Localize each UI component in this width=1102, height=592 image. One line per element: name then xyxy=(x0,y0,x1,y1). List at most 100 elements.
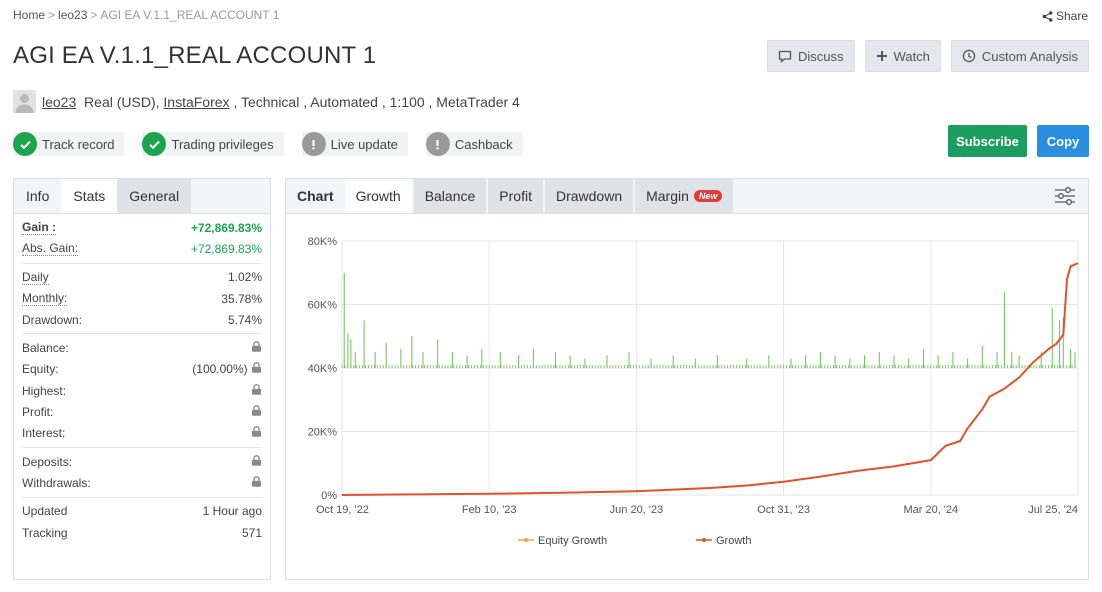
y-tick-label: 0% xyxy=(321,490,337,502)
tab-general[interactable]: General xyxy=(117,179,192,213)
y-tick-label: 20K% xyxy=(308,427,338,439)
stat-row-gain: Gain : +72,869.83% xyxy=(22,217,262,238)
stat-value: 5.74% xyxy=(227,312,262,327)
breadcrumb: Home > leo23 > AGI EA V.1.1_REAL ACCOUNT 1 xyxy=(13,8,279,22)
x-tick-label: Mar 20, '24 xyxy=(903,504,958,516)
breadcrumb-current: AGI EA V.1.1_REAL ACCOUNT 1 xyxy=(100,8,280,22)
stat-row-monthly: Monthly: 35.78% xyxy=(22,288,262,309)
x-tick-label: Oct 19, '22 xyxy=(316,504,369,516)
stat-value: 1 Hour ago xyxy=(202,504,262,519)
account-info: leo23 Real (USD), InstaForex , Technical… xyxy=(13,90,520,113)
tab-margin-label: Margin xyxy=(646,188,689,204)
stat-value: 1.02% xyxy=(227,270,262,285)
badge-trading-privileges[interactable]: Trading privileges xyxy=(142,132,284,156)
stat-label: Interest: xyxy=(22,426,66,441)
owner-username[interactable]: leo23 xyxy=(42,94,76,110)
chart-settings-icon[interactable] xyxy=(1054,186,1076,206)
badge-label: Trading privileges xyxy=(171,136,274,152)
stat-row-abs-gain: Abs. Gain: +72,869.83% xyxy=(22,238,262,259)
lock-icon xyxy=(252,454,261,466)
custom-analysis-button[interactable]: Custom Analysis xyxy=(950,40,1089,72)
stat-label: Drawdown: xyxy=(22,312,83,327)
stat-label[interactable]: Abs. Gain: xyxy=(22,241,79,257)
stat-row-tracking: Tracking 571 xyxy=(22,522,262,543)
stat-value: +72,869.83% xyxy=(190,241,262,256)
stat-value: (100.00%) xyxy=(192,362,248,377)
stat-row-profit: Profit: xyxy=(22,401,262,422)
discuss-label: Discuss xyxy=(798,48,844,64)
y-tick-label: 40K% xyxy=(308,363,338,375)
avatar[interactable] xyxy=(13,90,36,113)
stat-label: Equity: xyxy=(22,362,59,377)
stat-label[interactable]: Daily xyxy=(22,270,49,285)
lock-icon xyxy=(252,362,261,374)
stat-label: Deposits: xyxy=(22,454,73,469)
tab-stats[interactable]: Stats xyxy=(61,179,118,213)
custom-analysis-label: Custom Analysis xyxy=(981,48,1078,64)
page-title: AGI EA V.1.1_REAL ACCOUNT 1 xyxy=(13,42,377,69)
watch-label: Watch xyxy=(893,48,930,64)
stat-label: Withdrawals: xyxy=(22,475,91,490)
tab-drawdown[interactable]: Drawdown xyxy=(544,179,634,213)
share-label: Share xyxy=(1055,9,1088,23)
stat-label: Updated xyxy=(22,504,68,519)
stat-value: +72,869.83% xyxy=(190,220,262,235)
stat-value: 571 xyxy=(241,525,262,540)
x-tick-label: Feb 10, '23 xyxy=(462,504,517,516)
chart-panel: Chart Growth Balance Profit Drawdown Mar… xyxy=(285,178,1089,580)
broker-link[interactable]: InstaForex xyxy=(163,94,229,110)
new-badge: New xyxy=(693,190,723,202)
tab-growth[interactable]: Growth xyxy=(344,179,412,213)
legend-growth-marker xyxy=(702,538,706,542)
stat-label: Balance: xyxy=(22,341,69,356)
subscribe-button[interactable]: Subscribe xyxy=(948,125,1027,157)
stat-value: 35.78% xyxy=(221,291,262,306)
plus-icon xyxy=(876,51,887,61)
breadcrumb-user[interactable]: leo23 xyxy=(58,8,87,22)
share-button[interactable]: Share xyxy=(1042,9,1088,23)
legend-growth-label: Growth xyxy=(716,535,751,547)
stat-row-updated: Updated 1 Hour ago xyxy=(22,501,262,522)
stat-label[interactable]: Monthly: xyxy=(22,291,68,307)
exclamation-icon xyxy=(425,132,450,156)
check-icon xyxy=(142,132,167,156)
lock-icon xyxy=(252,405,261,416)
tab-margin[interactable]: Margin New xyxy=(635,179,734,213)
tab-profit[interactable]: Profit xyxy=(488,179,543,213)
y-tick-label: 80K% xyxy=(308,236,338,248)
stat-row-deposits: Deposits: xyxy=(22,451,262,472)
lock-icon xyxy=(252,426,261,438)
legend-equity-growth-marker xyxy=(524,538,528,542)
x-tick-label: Jun 20, '23 xyxy=(610,504,663,516)
copy-button[interactable]: Copy xyxy=(1037,125,1089,157)
lock-icon xyxy=(252,476,261,487)
badge-track-record[interactable]: Track record xyxy=(13,132,125,156)
discuss-button[interactable]: Discuss xyxy=(767,40,855,72)
legend-equity-growth-label: Equity Growth xyxy=(538,535,607,547)
breadcrumb-separator: > xyxy=(90,8,98,22)
stat-label: Tracking xyxy=(22,525,68,540)
lock-icon xyxy=(252,383,261,395)
stat-row-drawdown: Drawdown: 5.74% xyxy=(22,309,262,330)
clock-icon xyxy=(962,49,976,63)
stat-row-daily: Daily 1.02% xyxy=(22,267,262,288)
badge-cashback[interactable]: Cashback xyxy=(425,132,523,156)
growth-chart[interactable]: 0% 20K% 40K% 60K% 80K% Oct 19, '22 Feb 10, '23… xyxy=(286,215,1088,580)
tab-info[interactable]: Info xyxy=(14,179,62,213)
breadcrumb-separator: > xyxy=(48,8,56,22)
badge-live-update[interactable]: Live update xyxy=(301,132,408,156)
breadcrumb-home[interactable]: Home xyxy=(13,8,45,22)
y-tick-label: 60K% xyxy=(308,300,338,312)
x-tick-label: Jul 25, '24 xyxy=(1028,504,1078,516)
stat-row-balance: Balance: xyxy=(22,337,262,358)
tab-balance[interactable]: Balance xyxy=(413,179,487,213)
stat-label: Highest: xyxy=(22,383,67,398)
stat-label[interactable]: Gain : xyxy=(22,220,57,236)
exclamation-icon xyxy=(301,132,326,156)
stat-row-withdrawals: Withdrawals: xyxy=(22,472,262,493)
chat-icon xyxy=(778,50,792,63)
badge-label: Cashback xyxy=(454,136,513,152)
badge-label: Track record xyxy=(42,136,115,152)
watch-button[interactable]: Watch xyxy=(864,40,941,72)
lock-icon xyxy=(252,341,261,352)
